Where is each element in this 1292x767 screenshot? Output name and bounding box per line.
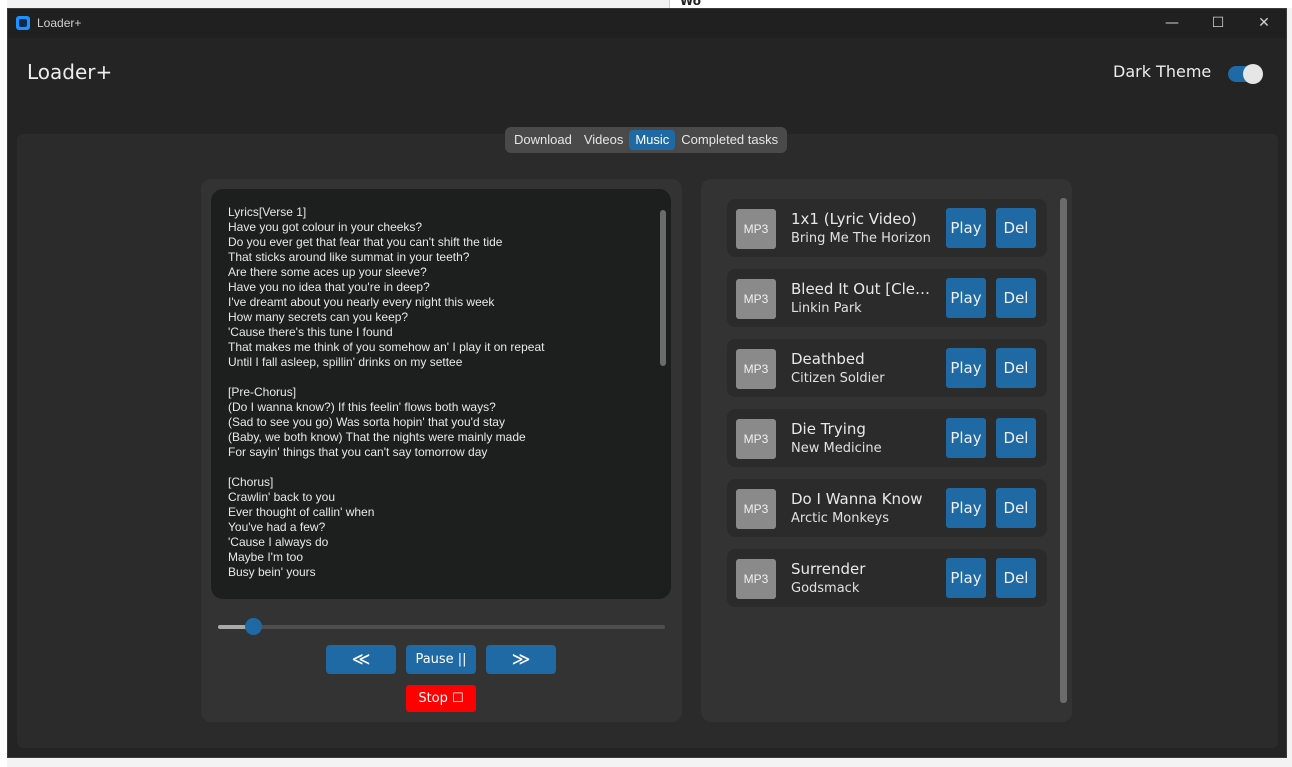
song-item: MP3 Do I Wanna Know Arctic Monkeys Play …	[727, 479, 1047, 537]
delete-button[interactable]: Del	[996, 558, 1036, 598]
song-artist: Citizen Soldier	[791, 371, 885, 386]
mp3-badge: MP3	[736, 209, 776, 249]
pause-button[interactable]: Pause ||	[406, 645, 476, 674]
play-button[interactable]: Play	[946, 558, 986, 598]
song-artist: Bring Me The Horizon	[791, 231, 931, 246]
play-button[interactable]: Play	[946, 418, 986, 458]
lyrics-text: Lyrics[Verse 1] Have you got colour in y…	[228, 205, 545, 579]
background-window-top	[669, 0, 1292, 8]
delete-button[interactable]: Del	[996, 278, 1036, 318]
song-item: MP3 Deathbed Citizen Soldier Play Del	[727, 339, 1047, 397]
minimize-button[interactable]: —	[1149, 9, 1195, 38]
play-button[interactable]: Play	[946, 488, 986, 528]
app-icon	[16, 16, 30, 30]
progress-slider[interactable]	[218, 618, 665, 635]
theme-label: Dark Theme	[1113, 62, 1212, 81]
song-item: MP3 1x1 (Lyric Video) Bring Me The Horiz…	[727, 199, 1047, 257]
lyrics-scrollbar[interactable]	[660, 210, 666, 366]
mp3-badge: MP3	[736, 419, 776, 459]
song-item: MP3 Bleed It Out [Clean Version] Linkin …	[727, 269, 1047, 327]
mp3-badge: MP3	[736, 279, 776, 319]
window-title: Loader+	[37, 16, 82, 30]
song-item: MP3 Die Trying New Medicine Play Del	[727, 409, 1047, 467]
song-artist: Arctic Monkeys	[791, 511, 890, 526]
dark-theme-toggle[interactable]	[1228, 64, 1263, 84]
delete-button[interactable]: Del	[996, 208, 1036, 248]
tab-videos[interactable]: Videos	[578, 130, 630, 150]
mp3-badge: MP3	[736, 559, 776, 599]
app-title: Loader+	[27, 60, 113, 84]
title-bar[interactable]: Loader+ — ☐ ✕	[8, 9, 1286, 38]
tab-music[interactable]: Music	[629, 130, 676, 150]
stop-button[interactable]: Stop ☐	[406, 685, 476, 712]
song-list-panel: MP3 1x1 (Lyric Video) Bring Me The Horiz…	[701, 179, 1072, 722]
delete-button[interactable]: Del	[996, 488, 1036, 528]
song-title: Deathbed	[791, 350, 865, 368]
background-divider	[669, 0, 670, 8]
delete-button[interactable]: Del	[996, 418, 1036, 458]
play-button[interactable]: Play	[946, 348, 986, 388]
tab-bar: Download Videos Music Completed tasks	[505, 127, 788, 153]
song-artist: New Medicine	[791, 441, 882, 456]
song-title: Do I Wanna Know	[791, 490, 923, 508]
forward-button[interactable]: ≫	[486, 645, 556, 674]
maximize-button[interactable]: ☐	[1195, 9, 1241, 38]
close-button[interactable]: ✕	[1241, 9, 1287, 38]
lyrics-textbox[interactable]: Lyrics[Verse 1] Have you got colour in y…	[211, 189, 671, 599]
play-button[interactable]: Play	[946, 278, 986, 318]
toggle-knob	[1243, 64, 1263, 84]
tab-completed-tasks[interactable]: Completed tasks	[675, 130, 784, 150]
song-item: MP3 Surrender Godsmack Play Del	[727, 549, 1047, 607]
app-window: Loader+ — ☐ ✕ Loader+ Dark Theme Downloa…	[7, 8, 1287, 758]
progress-handle[interactable]	[245, 618, 262, 635]
song-artist: Linkin Park	[791, 301, 862, 316]
song-title: Surrender	[791, 560, 866, 578]
song-list-scrollbar[interactable]	[1060, 198, 1067, 703]
song-title: 1x1 (Lyric Video)	[791, 210, 917, 228]
delete-button[interactable]: Del	[996, 348, 1036, 388]
tab-download[interactable]: Download	[508, 130, 578, 150]
song-artist: Godsmack	[791, 581, 860, 596]
background-window-left	[0, 0, 7, 767]
song-title: Die Trying	[791, 420, 866, 438]
mp3-badge: MP3	[736, 489, 776, 529]
background-heading: Wo	[680, 0, 702, 8]
mp3-badge: MP3	[736, 349, 776, 389]
rewind-button[interactable]: ≪	[326, 645, 396, 674]
player-panel: Lyrics[Verse 1] Have you got colour in y…	[201, 179, 682, 722]
play-button[interactable]: Play	[946, 208, 986, 248]
song-title: Bleed It Out [Clean Version]	[791, 280, 931, 298]
